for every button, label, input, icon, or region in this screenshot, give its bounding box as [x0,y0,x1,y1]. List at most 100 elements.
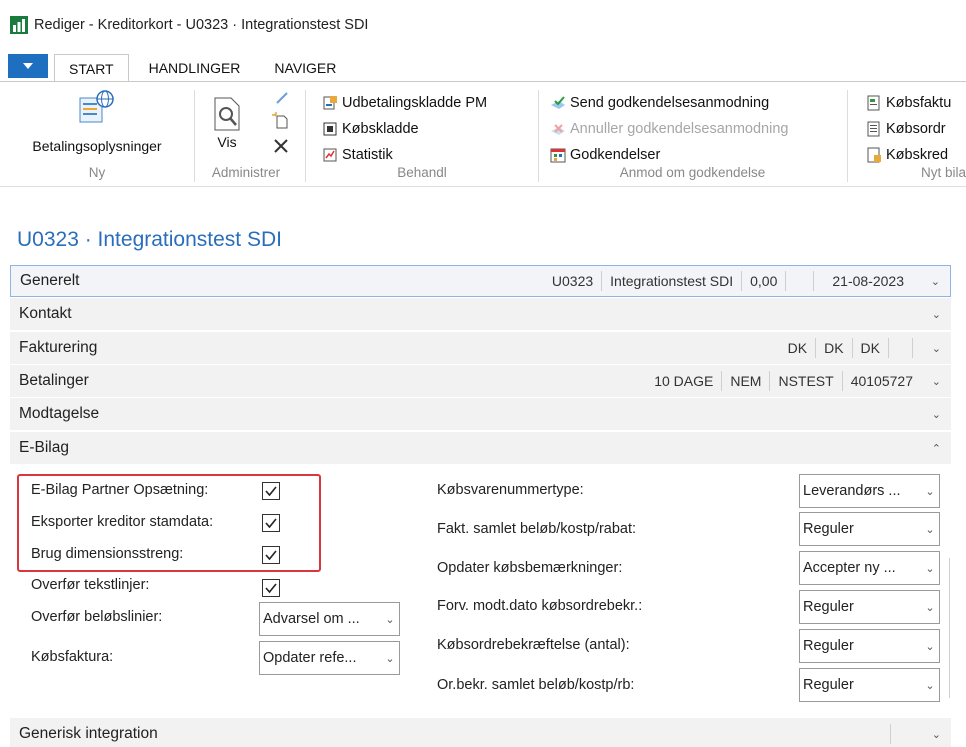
vis-button[interactable]: Vis [202,96,252,150]
edit-pencil-icon[interactable] [274,90,290,106]
group-administrer: Vis Administrer [196,82,296,188]
statistik-label: Statistik [342,147,393,163]
ribbon-separator [194,90,195,182]
chevron-down-icon: ⌄ [925,485,935,498]
approvals-calendar-icon [550,148,566,163]
fasttab-modtagelse-label: Modtagelse [19,405,100,422]
ribbon-separator [305,90,306,182]
godkendelser-button[interactable]: Godkendelser [550,144,660,166]
fasttab-kontakt-label: Kontakt [19,305,72,322]
orbekr-samlet-value: Reguler [803,677,854,693]
group-anmod: Send godkendelsesanmodning Annuller godk… [540,82,845,188]
summary-country: DK [816,338,853,358]
tab-handlinger[interactable]: HANDLINGER [135,54,255,82]
vis-label: Vis [217,134,237,150]
group-ny-label: Ny [88,165,106,180]
kobsordre-button[interactable]: Købsordr [866,118,946,140]
chevron-down-icon: ⌄ [385,613,395,626]
summary-empty [889,338,913,358]
purchase-credit-memo-icon [867,147,881,163]
send-godkendelse-button[interactable]: Send godkendelsesanmodning [550,92,769,114]
statistik-button[interactable]: Statistik [322,144,393,166]
send-godkendelse-label: Send godkendelsesanmodning [570,95,770,111]
fasttab-betalinger[interactable]: Betalinger 10 DAGE NEM NSTEST 40105727 ⌄ [10,365,951,397]
page-title: U0323 · Integrationstest SDI [17,228,282,251]
fasttab-generisk[interactable]: Generisk integration ⌄ [10,718,951,747]
annuller-godkendelse-button[interactable]: Annuller godkendelsesanmodning [550,118,788,140]
group-behandl-label: Behandl [397,165,447,180]
summary-divider [890,724,891,744]
belobslinier-select[interactable]: Advarsel om ... ⌄ [259,602,400,636]
purchase-journal-icon [323,122,337,136]
app-menu-button[interactable] [8,54,48,78]
fasttab-fakturering[interactable]: Fakturering DK DK DK ⌄ [10,332,951,364]
fakt-samlet-select[interactable]: Reguler ⌄ [799,512,940,546]
fasttab-generelt-label: Generelt [20,272,80,289]
group-nyt-bilag-label: Nyt bila [920,165,966,180]
summary-vendor-name: Integrationstest SDI [602,271,743,291]
tekstlinjer-checkbox[interactable] [262,579,280,597]
cancel-approval-icon [551,124,565,135]
summary-balance: 0,00 [742,271,787,291]
annuller-godkendelse-label: Annuller godkendelsesanmodning [570,121,789,137]
fakt-samlet-label: Fakt. samlet beløb/kostp/rabat: [437,521,637,537]
fasttab-ebilag[interactable]: E-Bilag ⌃ [10,432,951,464]
betalingsoplysninger-button[interactable]: Betalingsoplysninger [8,88,186,154]
new-document-icon[interactable] [272,112,290,130]
chevron-down-icon: ⌄ [931,308,941,321]
fasttab-betalinger-label: Betalinger [19,372,89,389]
forv-modt-dato-select[interactable]: Reguler ⌄ [799,590,940,624]
fasttab-fakturering-label: Fakturering [19,339,98,356]
view-document-icon [214,97,240,131]
udbetalingskladde-label: Udbetalingskladde PM [342,95,488,111]
ribbon-tabs: START HANDLINGER NAVIGER [0,52,966,83]
vertical-scrollbar[interactable] [949,558,950,698]
opdater-bemaerkninger-select[interactable]: Accepter ny ... ⌄ [799,551,940,585]
chevron-down-icon: ⌄ [925,562,935,575]
chevron-down-icon: ⌄ [925,640,935,653]
kobsfaktura-select[interactable]: Opdater refe... ⌄ [259,641,400,675]
kobsordre-label: Købsordr [886,121,946,137]
summary-country: DK [853,338,889,358]
opdater-bemaerkninger-label: Opdater købsbemærkninger: [437,560,623,576]
delete-x-icon[interactable] [273,138,289,154]
chevron-down-icon: ⌄ [930,275,940,288]
fakt-samlet-value: Reguler [803,521,854,537]
ribbon-separator [538,90,539,182]
caret-down-icon [23,63,33,69]
kobsfaktura-button[interactable]: Købsfaktu [866,92,951,114]
orbekr-samlet-select[interactable]: Reguler ⌄ [799,668,940,702]
group-behandl: Udbetalingskladde PM Købskladde Statisti… [308,82,536,188]
summary-payment-terms: 10 DAGE [646,371,723,391]
godkendelser-label: Godkendelser [570,147,661,163]
fasttab-kontakt[interactable]: Kontakt ⌄ [10,298,951,330]
summary-vendor-no: U0323 [544,271,603,291]
generelt-summary: U0323 Integrationstest SDI 0,00 21-08-20… [544,266,912,296]
kobsordrebekraeftelse-select[interactable]: Reguler ⌄ [799,629,940,663]
fasttab-generelt[interactable]: Generelt U0323 Integrationstest SDI 0,00… [10,265,951,297]
chevron-up-icon: ⌃ [931,442,941,455]
belobslinier-label: Overfør beløbslinier: [31,609,163,625]
betalingsoplysninger-label: Betalingsoplysninger [32,138,162,154]
belobslinier-value: Advarsel om ... [263,611,360,627]
tekstlinjer-label: Overfør tekstlinjer: [31,577,150,593]
opdater-bemaerkninger-value: Accepter ny ... [803,560,896,576]
orbekr-samlet-label: Or.bekr. samlet beløb/kostp/rb: [437,677,635,693]
kobsordrebekraeftelse-value: Reguler [803,638,854,654]
chevron-down-icon: ⌄ [925,523,935,536]
tab-start[interactable]: START [54,54,129,83]
tab-naviger[interactable]: NAVIGER [260,54,350,82]
kobskreditnota-button[interactable]: Købskred [866,144,948,166]
purchase-invoice-icon [867,95,880,111]
kobskladde-button[interactable]: Købskladde [322,118,419,140]
group-nyt-bilag: Købsfaktu Købsordr Købskred Nyt bila [850,82,966,188]
kobsvarenummertype-select[interactable]: Leverandørs ... ⌄ [799,474,940,508]
udbetalingskladde-button[interactable]: Udbetalingskladde PM [322,92,487,114]
purchase-order-icon [867,121,880,137]
forv-modt-dato-value: Reguler [803,599,854,615]
fasttab-modtagelse[interactable]: Modtagelse ⌄ [10,398,951,430]
ribbon: Betalingsoplysninger Ny Vis Administrer … [0,81,966,187]
summary-payment-method: NEM [722,371,771,391]
window-title: Rediger - Kreditorkort - U0323 · Integra… [34,17,369,33]
kobsfaktura-label: Købsfaktu [886,95,952,111]
